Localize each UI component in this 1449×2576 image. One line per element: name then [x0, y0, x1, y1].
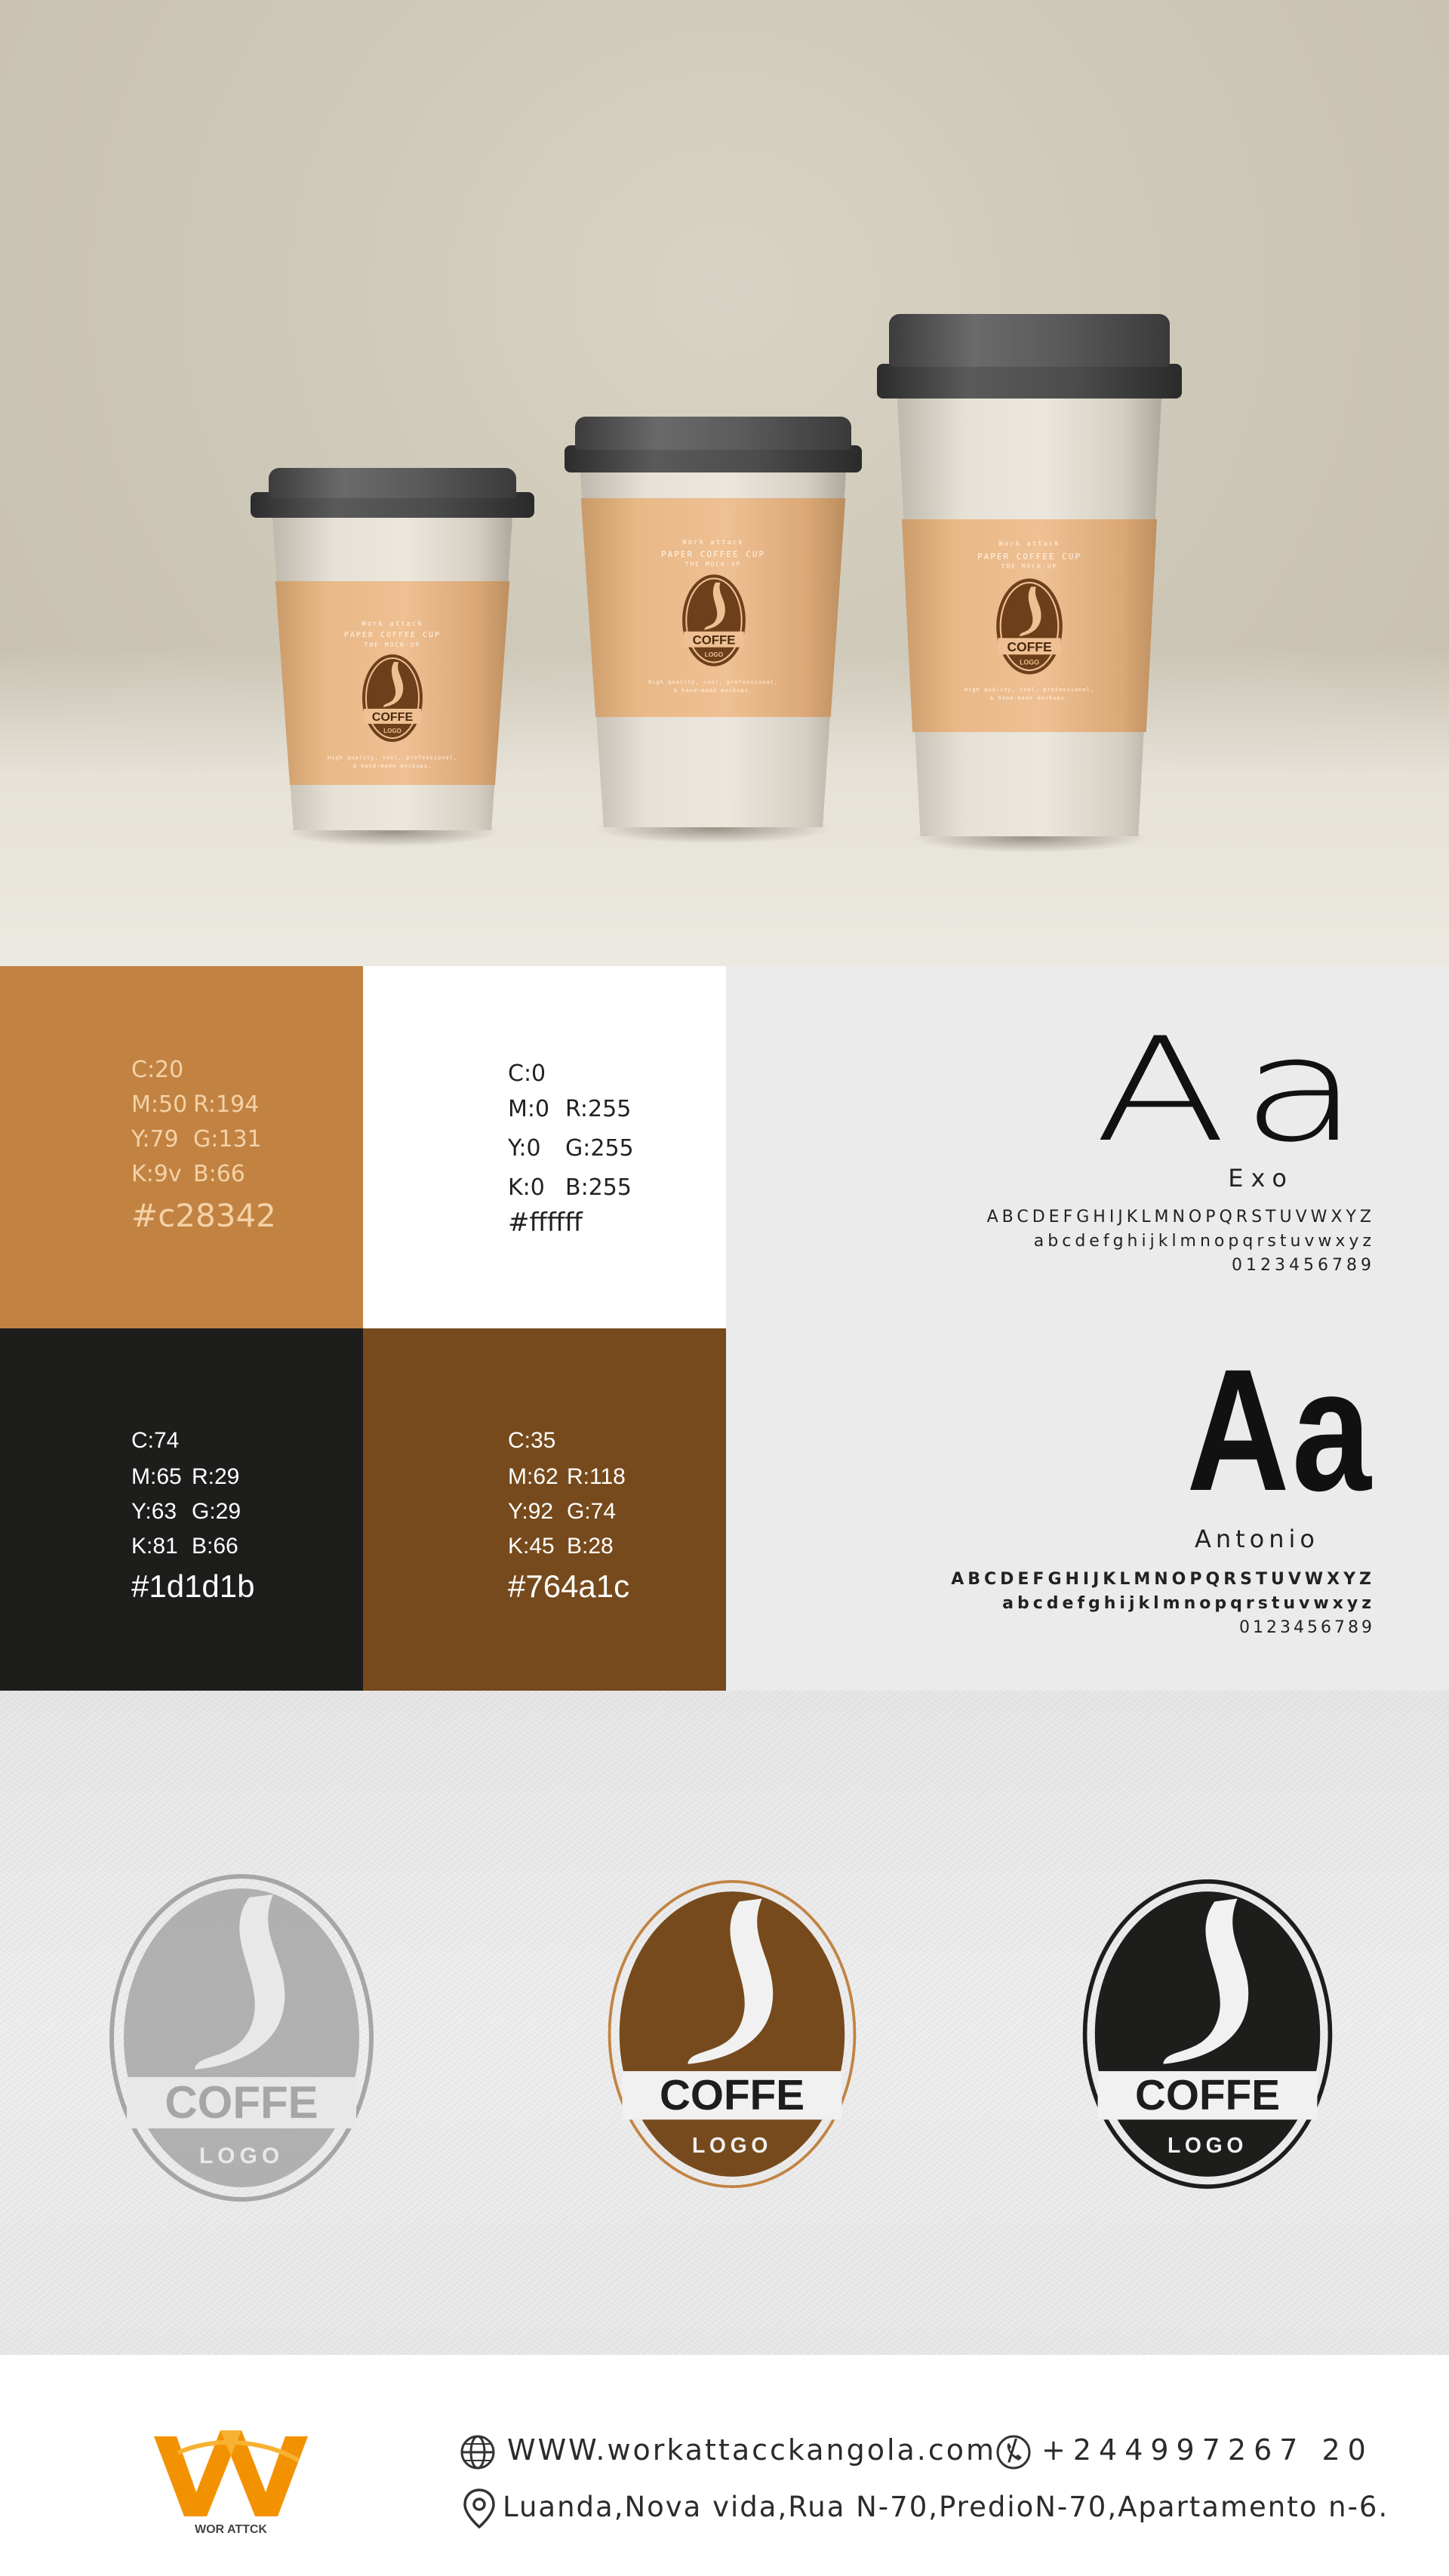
- swatch-r: R:29: [192, 1464, 240, 1489]
- logo-word: COFFE: [660, 2072, 804, 2119]
- sleeve-logo: COFFE LOGO: [362, 654, 423, 742]
- swatch-g: G:255: [565, 1135, 634, 1162]
- logo-sub: LOGO: [692, 2134, 772, 2158]
- logo-sub: LOGO: [199, 2144, 284, 2168]
- sleeve-logo-word: COFFE: [693, 632, 736, 647]
- logo-word: COFFE: [1135, 2072, 1280, 2119]
- font-digits-antonio: 0123456789: [1239, 1618, 1375, 1637]
- location-pin-icon: [463, 2488, 495, 2529]
- logo-black: COFFE LOGO: [1082, 1879, 1333, 2189]
- sleeve-subtitle: THE MOCK-UP: [364, 642, 421, 648]
- sleeve-tagline-2: & hand-made mockups.: [352, 763, 432, 769]
- swatch-k: K:81: [131, 1534, 178, 1559]
- swatch-brown: C:35 M:62 Y:92 K:45 R:118 G:74 B:28 #764…: [363, 1328, 726, 1691]
- wor-attck-logo: WOR ATTCK: [154, 2430, 308, 2536]
- font-name-exo: Exo: [1228, 1164, 1294, 1193]
- globe-icon: [460, 2435, 495, 2470]
- sleeve-logo: COFFE LOGO: [682, 574, 746, 666]
- wor-attck-logo-text: WOR ATTCK: [195, 2523, 267, 2536]
- logo-grey: COFFE LOGO: [109, 1874, 374, 2202]
- font-lower-exo: abcdefghijklmnopqrstuvwxyz: [1033, 1232, 1375, 1251]
- swatch-m: M:0: [508, 1096, 550, 1122]
- cup-small: Work attack PAPER COFFEE CUP THE MOCK-UP…: [251, 468, 534, 847]
- sleeve-logo-sub: LOGO: [1020, 658, 1039, 666]
- swatch-k: K:0: [508, 1174, 545, 1201]
- font-digits-exo: 0123456789: [1232, 1256, 1375, 1275]
- swatch-b: B:66: [193, 1161, 245, 1187]
- footer-address: Luanda,Nova vida,Rua N-70,PredioN-70,Apa…: [503, 2491, 1389, 2523]
- cup-lid: [889, 314, 1170, 367]
- swatch-c: C:74: [131, 1428, 180, 1453]
- font-sample-antonio: Aa: [1186, 1333, 1374, 1527]
- hero-mockup: Work attack PAPER COFFEE CUP THE MOCK-UP…: [0, 0, 1449, 966]
- swatch-c: C:35: [508, 1428, 556, 1453]
- swatch-r: R:118: [567, 1464, 626, 1489]
- swatch-c: C:0: [508, 1060, 546, 1087]
- swatch-b: B:255: [565, 1174, 632, 1201]
- sleeve-tagline-2: & hand-made mockups.: [673, 688, 753, 694]
- swatch-orange: C:20 M:50 Y:79 K:9v R:194 G:131 B:66 #c2…: [0, 966, 363, 1328]
- swatch-y: Y:92: [508, 1499, 554, 1524]
- cup-lid: [575, 417, 851, 450]
- swatch-hex: #1d1d1b: [131, 1568, 255, 1604]
- swatch-r: R:194: [193, 1091, 260, 1118]
- swatch-k: K:45: [508, 1534, 555, 1559]
- swatch-m: M:50: [131, 1091, 188, 1118]
- footer-phone[interactable]: +244997267 20: [1041, 2433, 1374, 2467]
- logo-variants: COFFE LOGO COFFE LOGO COFFE LOGO: [0, 1691, 1449, 2355]
- sleeve-brand: Work attack: [682, 539, 744, 546]
- sleeve-title: PAPER COFFEE CUP: [661, 549, 765, 559]
- cup-lid-rim: [877, 364, 1182, 399]
- swatch-hex: #c28342: [131, 1197, 276, 1234]
- sleeve-logo-word: COFFE: [1007, 639, 1051, 654]
- swatch-m: M:65: [131, 1464, 182, 1489]
- swatch-white: C:0 M:0 Y:0 K:0 R:255 G:255 B:255 #fffff…: [363, 966, 726, 1328]
- swatch-m: M:62: [508, 1464, 558, 1489]
- sleeve-tagline-1: High quality, cool, professional,: [964, 687, 1095, 693]
- swatch-y: Y:0: [508, 1135, 541, 1162]
- logo-word: COFFE: [165, 2077, 318, 2128]
- font-sample-exo: Aa: [1094, 1007, 1374, 1174]
- sleeve-title: PAPER COFFEE CUP: [977, 552, 1081, 562]
- sleeve-logo-sub: LOGO: [383, 728, 401, 734]
- swatch-hex: #764a1c: [508, 1568, 630, 1604]
- sleeve-title: PAPER COFFEE CUP: [343, 631, 441, 639]
- logo-sub: LOGO: [1168, 2134, 1247, 2158]
- sleeve-logo: COFFE LOGO: [996, 578, 1063, 675]
- swatch-y: Y:63: [131, 1499, 177, 1524]
- sleeve-brand: Work attack: [998, 540, 1060, 548]
- sleeve-subtitle: THE MOCK-UP: [685, 561, 742, 568]
- swatch-k: K:9v: [131, 1161, 182, 1187]
- cup-medium: Work attack PAPER COFFEE CUP THE MOCK-UP…: [565, 417, 862, 844]
- font-upper-exo: ABCDEFGHIJKLMNOPQRSTUVWXYZ: [986, 1208, 1375, 1226]
- cup-large: Work attack PAPER COFFEE CUP THE MOCK-UP…: [877, 314, 1182, 853]
- sleeve-tagline-2: & hand-made mockups.: [989, 695, 1069, 701]
- swatch-hex: #ffffff: [508, 1208, 583, 1238]
- footer: WOR ATTCK WWW.workattacckangola.com / +2…: [0, 2355, 1449, 2576]
- font-lower-antonio: abcdefghijklmnopqrstuvwxyz: [1002, 1594, 1375, 1613]
- typography-panel: Aa Exo ABCDEFGHIJKLMNOPQRSTUVWXYZ abcdef…: [726, 966, 1449, 1691]
- swatch-y: Y:79: [131, 1126, 179, 1153]
- sleeve-brand: Work attack: [361, 620, 423, 628]
- logo-brown: COFFE LOGO: [608, 1880, 857, 2188]
- swatch-b: B:28: [567, 1534, 614, 1559]
- phone-icon: [996, 2435, 1031, 2470]
- swatch-b: B:66: [192, 1534, 238, 1559]
- sleeve-tagline-1: High quality, cool, professional,: [648, 679, 779, 685]
- sleeve-logo-word: COFFE: [372, 711, 414, 724]
- sleeve-tagline-1: High quality, cool, professional,: [327, 755, 458, 761]
- font-name-antonio: Antonio: [1194, 1525, 1319, 1553]
- footer-website[interactable]: WWW.workattacckangola.com /: [507, 2433, 1020, 2467]
- sleeve-subtitle: THE MOCK-UP: [1001, 563, 1058, 570]
- swatch-c: C:20: [131, 1057, 184, 1083]
- sleeve-logo-sub: LOGO: [705, 651, 724, 658]
- swatch-r: R:255: [565, 1096, 632, 1122]
- swatch-g: G:74: [567, 1499, 617, 1524]
- swatch-black: C:74 M:65 Y:63 K:81 R:29 G:29 B:66 #1d1d…: [0, 1328, 363, 1691]
- swatch-g: G:29: [192, 1499, 242, 1524]
- cup-lid: [269, 468, 516, 498]
- swatch-g: G:131: [193, 1126, 262, 1153]
- font-upper-antonio: ABCDEFGHIJKLMNOPQRSTUVWXYZ: [951, 1570, 1375, 1589]
